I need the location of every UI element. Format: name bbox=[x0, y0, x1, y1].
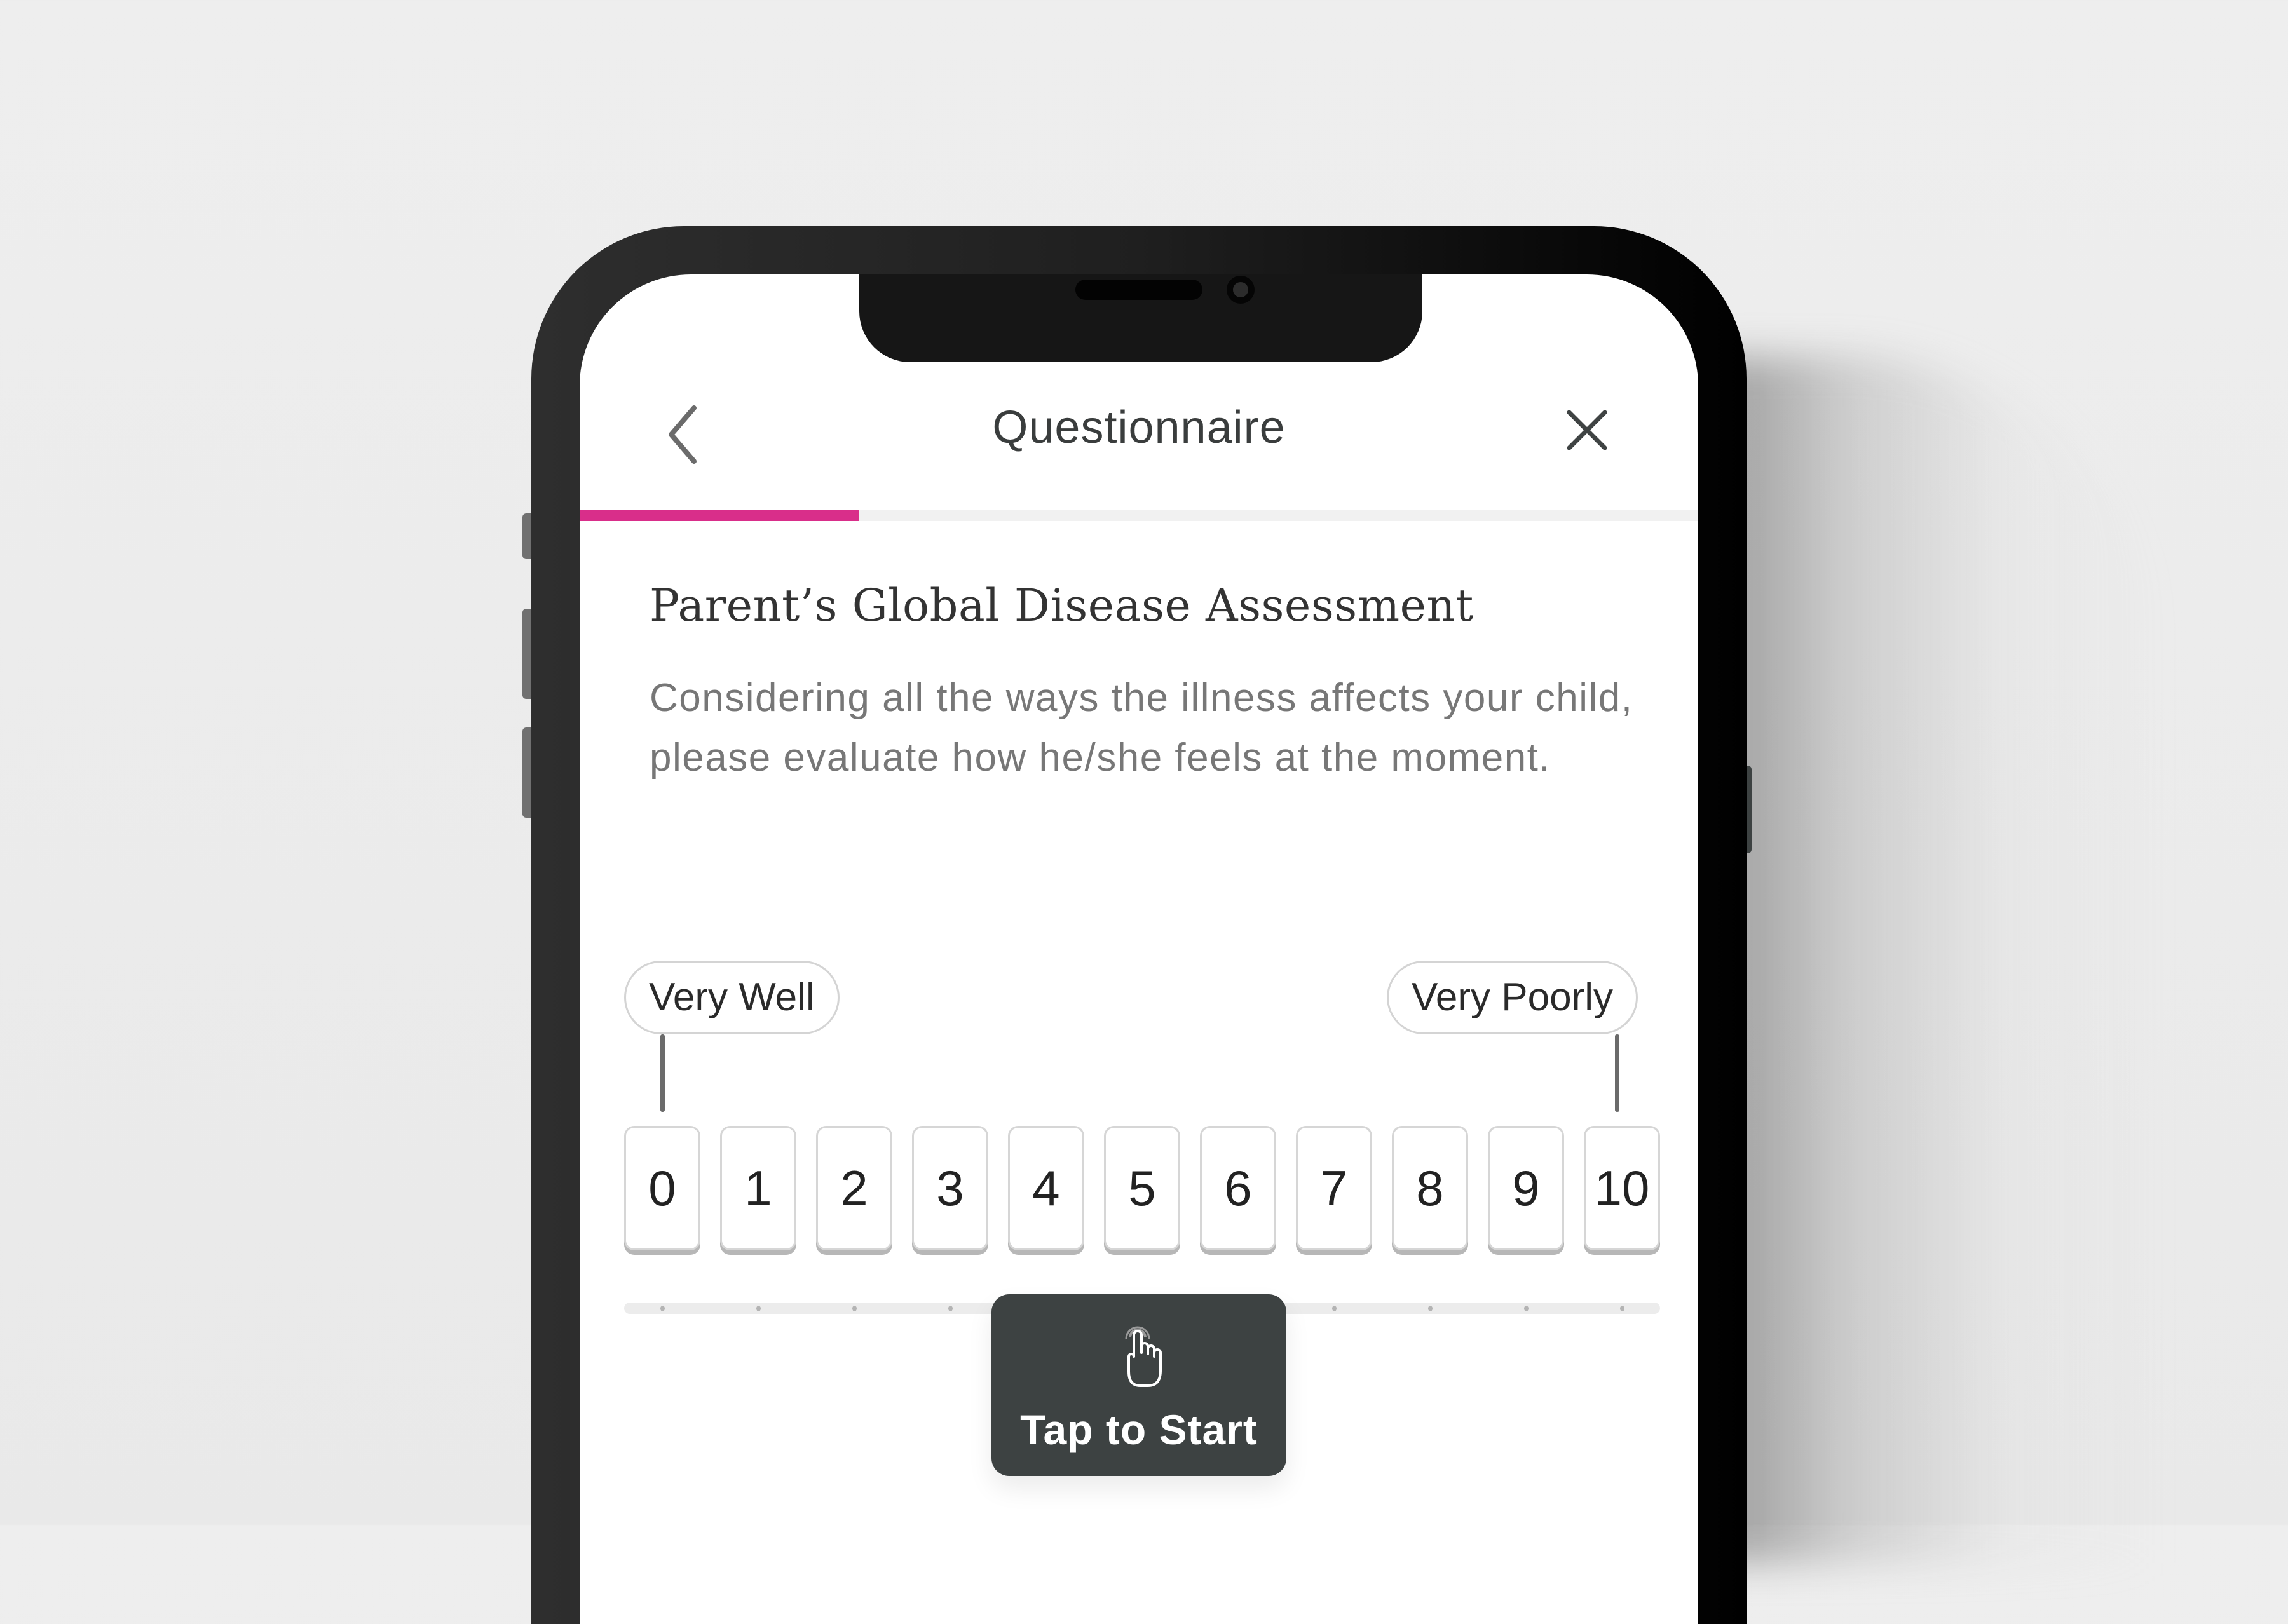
slider-tick bbox=[660, 1306, 665, 1311]
rating-option-7[interactable]: 7 bbox=[1296, 1126, 1372, 1250]
scale-min-label: Very Well bbox=[624, 961, 840, 1034]
scale-max-label: Very Poorly bbox=[1387, 961, 1638, 1034]
rating-option-6[interactable]: 6 bbox=[1200, 1126, 1276, 1250]
rating-option-5[interactable]: 5 bbox=[1104, 1126, 1180, 1250]
slider-tick bbox=[1620, 1306, 1624, 1311]
rating-option-9[interactable]: 9 bbox=[1488, 1126, 1564, 1250]
rating-option-4[interactable]: 4 bbox=[1008, 1126, 1084, 1250]
slider-tick bbox=[948, 1306, 953, 1311]
close-icon bbox=[1567, 410, 1607, 450]
slider-tick bbox=[756, 1306, 761, 1311]
phone-shadow bbox=[1716, 356, 2161, 1563]
tap-hand-icon bbox=[1125, 1326, 1162, 1387]
progress-bar bbox=[580, 510, 1698, 521]
progress-bar-fill bbox=[580, 510, 859, 521]
app-header: Questionnaire bbox=[580, 274, 1698, 524]
rating-option-8[interactable]: 8 bbox=[1392, 1126, 1468, 1250]
scale-min-connector bbox=[660, 1034, 665, 1112]
slider-tick bbox=[1332, 1306, 1337, 1311]
rating-option-10[interactable]: 10 bbox=[1584, 1126, 1660, 1250]
slider-tick bbox=[1428, 1306, 1433, 1311]
tap-to-start-label: Tap to Start bbox=[1020, 1406, 1258, 1453]
tap-to-start-button[interactable]: Tap to Start bbox=[991, 1294, 1286, 1476]
slider-tick bbox=[852, 1306, 857, 1311]
rating-option-2[interactable]: 2 bbox=[816, 1126, 892, 1250]
slider-tick bbox=[1524, 1306, 1529, 1311]
rating-option-0[interactable]: 0 bbox=[624, 1126, 700, 1250]
phone-power-button bbox=[1747, 766, 1752, 853]
close-button[interactable] bbox=[1562, 405, 1612, 456]
rating-option-3[interactable]: 3 bbox=[912, 1126, 988, 1250]
phone-screen: Questionnaire Parent’s Global Disease As… bbox=[580, 274, 1698, 1624]
rating-options: 0 1 2 3 4 5 6 7 8 9 10 bbox=[624, 1126, 1660, 1253]
question-text: Considering all the ways the illness aff… bbox=[650, 676, 1633, 780]
phone-frame: Questionnaire Parent’s Global Disease As… bbox=[531, 226, 1747, 1624]
page-title: Questionnaire bbox=[992, 402, 1286, 453]
question-title: Parent’s Global Disease Assessment bbox=[650, 579, 1474, 632]
scale-max-connector bbox=[1615, 1034, 1619, 1112]
rating-option-1[interactable]: 1 bbox=[720, 1126, 796, 1250]
